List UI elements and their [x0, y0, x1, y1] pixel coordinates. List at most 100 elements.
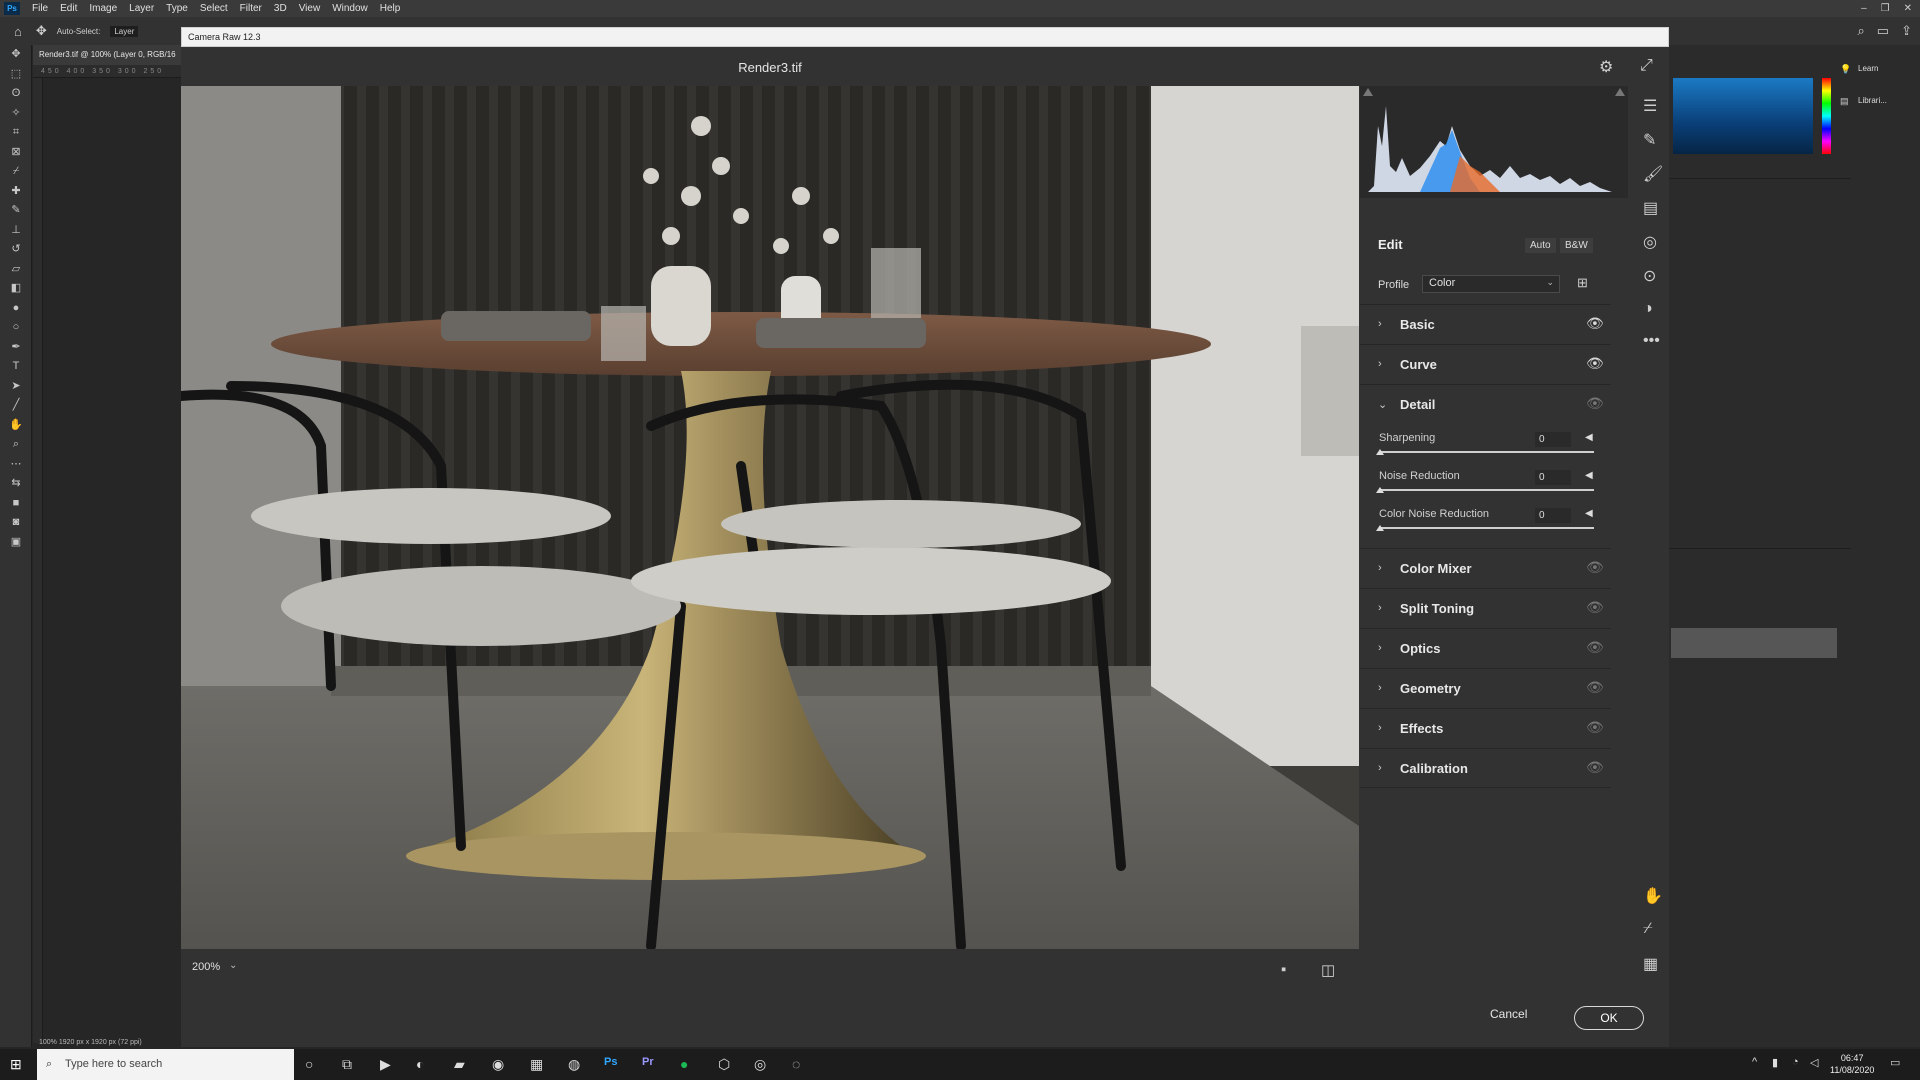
auto-select-checkbox[interactable]: Auto-Select: [57, 27, 101, 36]
stamp-icon[interactable]: ⊥ [0, 221, 32, 241]
pen-icon[interactable]: ✒ [0, 338, 32, 358]
zoom-icon[interactable]: ⌕ [0, 435, 32, 455]
bw-button[interactable]: B&W [1560, 238, 1593, 253]
blur-icon[interactable]: ● [0, 299, 32, 319]
tray-chevron-icon[interactable]: ^ [1752, 1056, 1757, 1068]
task-view-icon[interactable]: ⧉ [342, 1056, 352, 1073]
photoshop-icon[interactable]: Ps [604, 1056, 617, 1068]
eye-icon[interactable]: 👁 [1586, 559, 1604, 576]
move-tool-icon[interactable]: ✥ [36, 23, 47, 39]
eye-icon[interactable]: 👁 [1586, 679, 1604, 696]
menu-file[interactable]: File [26, 0, 54, 17]
magic-wand-icon[interactable]: ✧ [0, 104, 32, 124]
notifications-icon[interactable]: ▭ [1890, 1056, 1900, 1069]
spotify-icon[interactable]: ● [680, 1056, 688, 1072]
auto-select-target[interactable]: Layer [110, 25, 139, 37]
menu-image[interactable]: Image [83, 0, 123, 17]
system-clock[interactable]: 06:47 11/08/2020 [1830, 1052, 1874, 1076]
app-icon[interactable]: ◎ [754, 1056, 766, 1073]
share-icon[interactable]: ⇪ [1901, 23, 1912, 39]
fullscreen-icon[interactable]: ⤢ [1640, 57, 1653, 75]
eye-icon[interactable]: 👁 [1586, 395, 1604, 412]
section-color-mixer[interactable]: › Color Mixer 👁 [1360, 548, 1611, 588]
color-field[interactable] [1673, 78, 1813, 154]
slider-track[interactable] [1379, 451, 1594, 453]
history-brush-icon[interactable]: ↺ [0, 240, 32, 260]
frame-icon[interactable]: ⊠ [0, 143, 32, 163]
section-basic[interactable]: › Basic 👁 [1360, 304, 1611, 344]
learn-icon[interactable]: 💡 [1840, 64, 1851, 75]
menu-edit[interactable]: Edit [54, 0, 83, 17]
eraser-icon[interactable]: ▱ [0, 260, 32, 280]
sharpening-slider[interactable]: Sharpening 0 ◀ [1360, 432, 1611, 470]
minimize-icon[interactable]: – [1861, 0, 1867, 17]
tray-icon[interactable]: ▮ [1772, 1056, 1778, 1069]
quick-mask-icon[interactable]: ◙ [0, 513, 32, 533]
move-icon[interactable]: ✥ [0, 45, 32, 65]
document-tab[interactable]: Render3.tif @ 100% (Layer 0, RGB/16 [33, 45, 181, 65]
hue-slider[interactable] [1822, 78, 1831, 154]
gradient-icon[interactable]: ◧ [0, 279, 32, 299]
profile-select[interactable]: Color ⌄ [1422, 275, 1560, 293]
section-geometry[interactable]: › Geometry 👁 [1360, 668, 1611, 708]
grid-icon[interactable]: ▦ [1643, 954, 1658, 974]
eye-icon[interactable]: 👁 [1586, 355, 1604, 372]
profile-browser-icon[interactable]: ⊞ [1577, 275, 1588, 291]
section-curve[interactable]: › Curve 👁 [1360, 344, 1611, 384]
settings-gear-icon[interactable]: ⚙ [1599, 57, 1613, 77]
noise-reduction-slider[interactable]: Noise Reduction 0 ◀ [1360, 470, 1611, 508]
slider-thumb[interactable] [1376, 525, 1384, 531]
more-options-icon[interactable]: ••• [1643, 332, 1660, 350]
cortana-icon[interactable]: ○ [305, 1056, 313, 1072]
slider-track[interactable] [1379, 489, 1594, 491]
slider-thumb[interactable] [1376, 487, 1384, 493]
spot-removal-icon[interactable]: ✎ [1643, 130, 1656, 150]
section-effects[interactable]: › Effects 👁 [1360, 708, 1611, 748]
line-icon[interactable]: ╱ [0, 396, 32, 416]
section-optics[interactable]: › Optics 👁 [1360, 628, 1611, 668]
libraries-panel-tab[interactable]: Librari... [1858, 96, 1887, 105]
menu-layer[interactable]: Layer [123, 0, 160, 17]
section-calibration[interactable]: › Calibration 👁 [1360, 748, 1611, 788]
menu-view[interactable]: View [293, 0, 327, 17]
taskbar-search[interactable]: ⌕ Type here to search [37, 1049, 294, 1080]
healing-icon[interactable]: ✚ [0, 182, 32, 202]
red-eye-icon[interactable]: ⊙ [1643, 266, 1656, 286]
eye-icon[interactable]: 👁 [1586, 315, 1604, 332]
slider-value-field[interactable]: 0 [1535, 470, 1571, 485]
single-view-icon[interactable]: ▪ [1281, 961, 1286, 978]
slider-reset-icon[interactable]: ◀ [1585, 432, 1593, 443]
eyedropper-icon[interactable]: ⌿ [0, 162, 32, 182]
menu-type[interactable]: Type [160, 0, 194, 17]
lasso-icon[interactable]: ʘ [0, 84, 32, 104]
slider-track[interactable] [1379, 527, 1594, 529]
app-icon[interactable]: ⬡ [718, 1056, 730, 1073]
slider-reset-icon[interactable]: ◀ [1585, 470, 1593, 481]
volume-icon[interactable]: ◁ [1810, 1056, 1818, 1069]
edit-sliders-icon[interactable]: ☰ [1643, 96, 1657, 116]
chrome-icon[interactable]: ◍ [568, 1056, 580, 1073]
eye-icon[interactable]: 👁 [1586, 759, 1604, 776]
menu-select[interactable]: Select [194, 0, 234, 17]
sampler-icon[interactable]: ⌿ [1643, 920, 1653, 938]
before-after-icon[interactable]: ◫ [1321, 961, 1335, 979]
marquee-icon[interactable]: ⬚ [0, 65, 32, 85]
selected-layer-row[interactable] [1671, 628, 1837, 658]
hand-tool-icon[interactable]: ✋ [1643, 886, 1663, 906]
more-tools-icon[interactable]: ⋯ [0, 455, 32, 475]
graduated-filter-icon[interactable]: ▤ [1643, 198, 1658, 218]
search-icon[interactable]: ⌕ [1858, 23, 1865, 39]
app-icon[interactable]: ◐ [416, 1056, 424, 1072]
hand-icon[interactable]: ✋ [0, 416, 32, 436]
ok-button[interactable]: OK [1574, 1006, 1644, 1030]
color-noise-reduction-slider[interactable]: Color Noise Reduction 0 ◀ [1360, 508, 1611, 546]
blender-icon[interactable]: ◉ [492, 1056, 504, 1073]
cancel-button[interactable]: Cancel [1490, 1007, 1527, 1021]
screen-mode-icon[interactable]: ▣ [0, 533, 32, 553]
premiere-icon[interactable]: Pr [642, 1056, 654, 1068]
type-icon[interactable]: T [0, 357, 32, 377]
menu-help[interactable]: Help [374, 0, 407, 17]
crop-icon[interactable]: ⌗ [0, 123, 32, 143]
menu-window[interactable]: Window [326, 0, 374, 17]
windows-start-icon[interactable]: ⊞ [10, 1056, 22, 1073]
